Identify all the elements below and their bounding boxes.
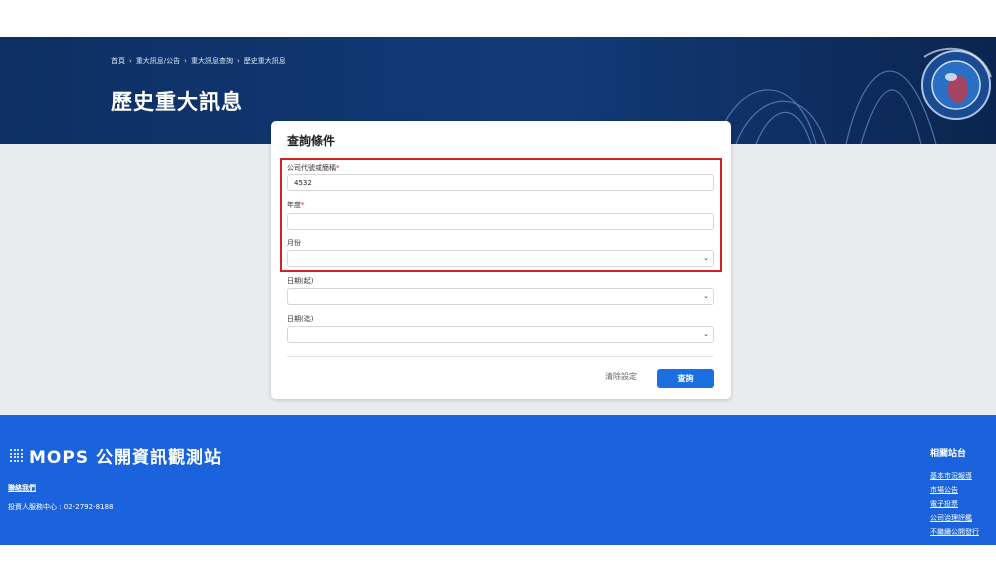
chevron-down-icon: ⌄ xyxy=(703,330,709,338)
logo-text: MOPS 公開資訊觀測站 xyxy=(29,448,222,468)
breadcrumb-item-announcements[interactable]: 重大訊息/公告 xyxy=(136,56,180,66)
breadcrumb-separator: › xyxy=(129,57,132,65)
related-sites-title: 相關站台 xyxy=(930,449,967,459)
contact-us-link[interactable]: 聯絡我們 xyxy=(8,483,36,493)
highlight-box xyxy=(280,158,722,272)
date-end-label: 日期(迄) xyxy=(287,315,314,323)
search-button[interactable]: 查詢 xyxy=(657,369,714,388)
related-link-governance[interactable]: 公司治理評鑑 xyxy=(930,513,972,523)
site-footer: MOPS 公開資訊觀測站 聯絡我們 投資人服務中心 : 02-2792-8188… xyxy=(0,415,996,545)
bottom-spacer xyxy=(0,545,996,581)
date-start-select[interactable]: ⌄ xyxy=(287,288,714,305)
related-link-e-voting[interactable]: 電子投票 xyxy=(930,499,958,509)
related-link-discontinued[interactable]: 不繼續公開發行 xyxy=(930,527,979,537)
breadcrumb: 首頁 › 重大訊息/公告 › 重大訊息查詢 › 歷史重大訊息 xyxy=(111,56,286,66)
breadcrumb-item-home[interactable]: 首頁 xyxy=(111,56,125,66)
grid-logo-icon xyxy=(10,449,23,462)
date-end-select[interactable]: ⌄ xyxy=(287,326,714,343)
date-start-label: 日期(起) xyxy=(287,277,314,285)
decorative-sphere-art xyxy=(715,47,992,144)
breadcrumb-separator: › xyxy=(184,57,187,65)
hotline-text: 投資人服務中心 : 02-2792-8188 xyxy=(8,503,114,511)
mops-logo[interactable]: MOPS 公開資訊觀測站 xyxy=(10,443,222,468)
breadcrumb-separator: › xyxy=(236,57,240,65)
related-link-market-announcement[interactable]: 市場公告 xyxy=(930,485,958,495)
chevron-down-icon: ⌄ xyxy=(703,292,709,300)
clear-settings-button[interactable]: 清除設定 xyxy=(605,371,637,382)
top-spacer xyxy=(0,0,996,37)
breadcrumb-item-query[interactable]: 重大訊息查詢 xyxy=(191,56,233,66)
page-title: 歷史重大訊息 xyxy=(111,90,243,114)
related-link-market-report[interactable]: 基本市況報導 xyxy=(930,471,972,481)
form-title: 查詢條件 xyxy=(287,134,336,148)
form-divider xyxy=(287,356,714,357)
breadcrumb-item-current: 歷史重大訊息 xyxy=(243,57,286,65)
